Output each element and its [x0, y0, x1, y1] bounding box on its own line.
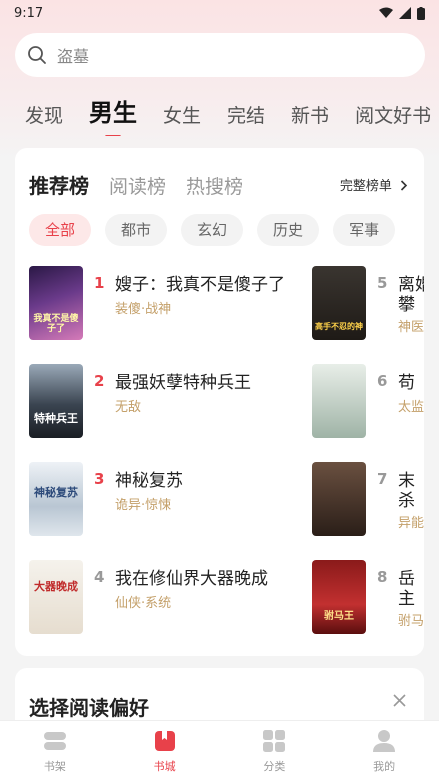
- book-rank: 1: [94, 274, 105, 292]
- book-cover: 我真不是傻子了: [29, 266, 83, 340]
- book-rank: 6: [377, 372, 388, 390]
- rank-tab-recommend[interactable]: 推荐榜: [29, 170, 89, 199]
- book-cover-title: 高手不忍的神: [315, 322, 363, 331]
- book-cover: 神秘复苏: [29, 462, 83, 536]
- book-item[interactable]: 高手不忍的神 5 离婚 攀 神医: [312, 266, 424, 342]
- tab-female[interactable]: 女生: [163, 101, 201, 136]
- book-cover: 高手不忍的神: [312, 266, 366, 340]
- profile-icon: [373, 730, 396, 752]
- reading-preference-title: 选择阅读偏好: [29, 696, 149, 720]
- book-cover-title: 我真不是傻子了: [33, 314, 79, 334]
- search-input[interactable]: 盗墓: [15, 33, 425, 77]
- tab-yuewen-good-books[interactable]: 阅文好书: [355, 101, 431, 136]
- ranking-tabs: 推荐榜 阅读榜 热搜榜: [29, 170, 263, 199]
- nav-bookshelf[interactable]: 书架: [0, 721, 110, 782]
- book-title: 嫂子：我真不是傻子了: [115, 275, 285, 295]
- book-title-line2: 攀: [398, 295, 415, 315]
- tab-discover[interactable]: 发现: [25, 101, 63, 136]
- book-title-line2: 主: [398, 589, 415, 609]
- close-icon[interactable]: [393, 692, 406, 711]
- book-item[interactable]: 大器晚成 4 我在修仙界大器晚成 仙侠·系统: [29, 560, 329, 636]
- book-tags: 神医: [398, 320, 424, 335]
- book-title-line2: 杀: [398, 491, 415, 511]
- tab-new-books[interactable]: 新书: [291, 101, 329, 136]
- full-ranking-link[interactable]: 完整榜单: [340, 175, 408, 194]
- nav-bookshelf-label: 书架: [43, 760, 66, 773]
- book-cover-title: 大器晚成: [34, 580, 78, 593]
- nav-bookstore[interactable]: 书城: [110, 721, 220, 782]
- book-rank: 3: [94, 470, 105, 488]
- book-item[interactable]: 驸马王 8 岳 主 驸马: [312, 560, 424, 636]
- nav-profile[interactable]: 我的: [329, 721, 439, 782]
- wifi-icon: [379, 7, 393, 18]
- bottom-nav: 书架 书城 分类 我的: [0, 720, 439, 782]
- nav-category-label: 分类: [263, 760, 286, 773]
- book-tags: 仙侠·系统: [115, 596, 172, 611]
- full-ranking-label: 完整榜单: [339, 179, 392, 194]
- book-item[interactable]: 特种兵王 2 最强妖孽特种兵王 无敌: [29, 364, 329, 440]
- channel-tabs: 发现 男生 女生 完结 新书 阅文好书: [0, 92, 439, 136]
- book-tags: 无敌: [115, 400, 142, 415]
- nav-bookstore-label: 书城: [153, 760, 176, 773]
- chip-fantasy[interactable]: 玄幻: [181, 214, 244, 246]
- book-rank: 2: [94, 372, 105, 390]
- book-cover: [312, 364, 366, 438]
- book-rank: 8: [377, 568, 388, 586]
- book-title: 最强妖孽特种兵王: [115, 373, 251, 393]
- book-title: 我在修仙界大器晚成: [115, 569, 268, 589]
- tab-completed[interactable]: 完结: [227, 101, 265, 136]
- status-bar: 9:17: [0, 0, 439, 26]
- battery-icon: [417, 6, 425, 20]
- bookstore-icon: [154, 731, 175, 751]
- category-icon: [263, 730, 286, 752]
- chevron-right-icon: [400, 180, 408, 191]
- chip-military[interactable]: 军事: [333, 214, 396, 246]
- book-tags: 太监: [398, 400, 424, 415]
- genre-chips: 全部 都市 玄幻 历史 军事: [29, 214, 396, 246]
- bookshelf-icon: [43, 732, 66, 750]
- book-tags: 驸马: [398, 614, 424, 629]
- chip-urban[interactable]: 都市: [105, 214, 168, 246]
- book-cover-title: 神秘复苏: [34, 486, 78, 499]
- book-cover-title: 驸马王: [324, 611, 354, 622]
- signal-icon: [399, 7, 411, 19]
- rank-tab-reading[interactable]: 阅读榜: [109, 172, 166, 199]
- book-item[interactable]: 7 末 杀 异能: [312, 462, 424, 538]
- book-cover: 驸马王: [312, 560, 366, 634]
- book-rank: 5: [377, 274, 388, 292]
- book-tags: 异能: [398, 516, 424, 531]
- status-time: 9:17: [14, 5, 44, 21]
- book-cover: [312, 462, 366, 536]
- ranking-card: 推荐榜 阅读榜 热搜榜 完整榜单 全部 都市 玄幻 历史 军事 我真不是傻子了 …: [15, 148, 424, 656]
- book-rank: 4: [94, 568, 105, 586]
- book-item[interactable]: 6 苟 太监: [312, 364, 424, 440]
- book-item[interactable]: 神秘复苏 3 神秘复苏 诡异·惊悚: [29, 462, 329, 538]
- search-icon: [28, 46, 46, 64]
- search-placeholder: 盗墓: [57, 47, 90, 66]
- book-tags: 诡异·惊悚: [115, 498, 172, 513]
- book-cover: 大器晚成: [29, 560, 83, 634]
- chip-all[interactable]: 全部: [29, 214, 92, 246]
- nav-profile-label: 我的: [373, 760, 396, 773]
- rank-tab-hot-search[interactable]: 热搜榜: [186, 172, 243, 199]
- book-tags: 装傻·战神: [115, 302, 172, 317]
- book-cover-title: 特种兵王: [34, 412, 78, 425]
- book-title: 苟: [398, 373, 415, 393]
- nav-category[interactable]: 分类: [220, 721, 330, 782]
- book-cover: 特种兵王: [29, 364, 83, 438]
- tab-male[interactable]: 男生: [89, 93, 137, 136]
- book-item[interactable]: 我真不是傻子了 1 嫂子：我真不是傻子了 装傻·战神: [29, 266, 329, 342]
- chip-history[interactable]: 历史: [257, 214, 320, 246]
- book-rank: 7: [377, 470, 388, 488]
- book-title: 神秘复苏: [115, 471, 183, 491]
